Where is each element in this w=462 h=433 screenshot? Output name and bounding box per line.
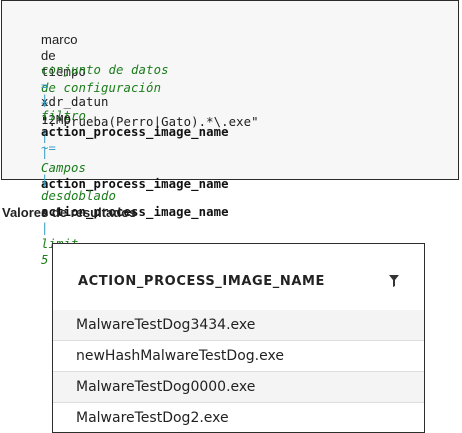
table-row[interactable]: MalwareTestDog2.exe	[53, 403, 424, 432]
code-keyword: desdoblado	[41, 189, 117, 203]
table-cell: MalwareTestDog0000.exe	[76, 379, 256, 395]
query-code-block: marco de tiempo de configuración = 12MO …	[1, 0, 459, 267]
table-row[interactable]: MalwareTestDog0000.exe	[53, 372, 424, 403]
table-row[interactable]: MalwareTestDog3434.exe	[53, 310, 424, 341]
filter-icon[interactable]	[389, 274, 399, 287]
table-cell: MalwareTestDog2.exe	[76, 410, 229, 426]
table-row[interactable]: newHashMalwareTestDog.exe	[53, 341, 424, 372]
results-table: ACTION_PROCESS_IMAGE_NAME MalwareTestDog…	[52, 243, 425, 433]
table-cell: newHashMalwareTestDog.exe	[76, 348, 284, 364]
code-keyword: conjunto de datos	[41, 63, 169, 77]
table-header: ACTION_PROCESS_IMAGE_NAME	[53, 244, 424, 311]
column-header-action-process-image-name[interactable]: ACTION_PROCESS_IMAGE_NAME	[78, 274, 325, 289]
code-pipe: |	[41, 221, 49, 235]
code-string: ".*Prueba(Perro|Gato).*\.exe"	[41, 115, 259, 129]
results-heading: Valores de resultados	[2, 205, 137, 220]
code-pipe: |	[41, 173, 49, 187]
code-token: marco	[41, 32, 78, 47]
code-number: 5	[41, 253, 49, 267]
table-cell: MalwareTestDog3434.exe	[76, 317, 256, 333]
